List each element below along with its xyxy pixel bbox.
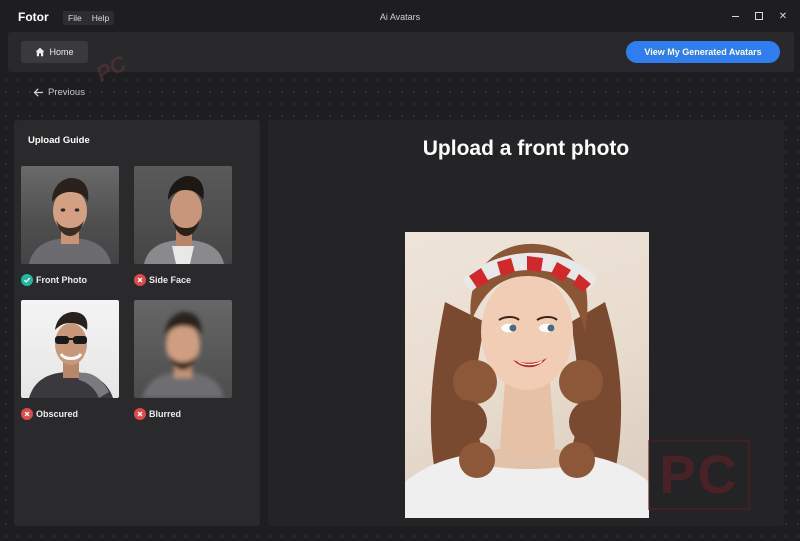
blurred-text: Blurred (149, 409, 182, 419)
window-title: Ai Avatars (379, 12, 421, 22)
uploaded-photo[interactable] (405, 232, 649, 518)
home-button[interactable]: Home (21, 41, 88, 63)
obscured-example-image (21, 300, 119, 398)
guide-label-blurred: Blurred (134, 408, 232, 420)
blurred-example-image (134, 300, 232, 398)
watermark-logo: PC (648, 440, 750, 510)
guide-label-side-face: Side Face (134, 274, 232, 286)
home-icon (36, 47, 45, 57)
front-photo-text: Front Photo (36, 275, 87, 285)
home-label: Home (49, 47, 74, 57)
guide-item-blurred: Blurred (134, 300, 232, 420)
arrow-left-icon (33, 88, 43, 97)
side-face-example-image (134, 166, 232, 264)
window-controls: ✕ (728, 9, 790, 23)
guide-item-front-photo: Front Photo (21, 166, 119, 286)
front-photo-example-image (21, 166, 119, 264)
upload-guide-title: Upload Guide (28, 135, 90, 146)
maximize-icon[interactable] (752, 9, 766, 23)
error-icon (21, 408, 33, 420)
title-bar: Fotor File Help Ai Avatars ✕ (0, 0, 800, 34)
check-icon (21, 274, 33, 286)
error-icon (134, 274, 146, 286)
guide-label-obscured: Obscured (21, 408, 119, 420)
view-generated-avatars-button[interactable]: View My Generated Avatars (626, 41, 780, 63)
upload-guide-panel: Upload Guide Front Photo Side Face Obscu… (14, 120, 260, 526)
minimize-icon[interactable] (728, 9, 742, 23)
guide-item-obscured: Obscured (21, 300, 119, 420)
guide-label-front-photo: Front Photo (21, 274, 119, 286)
side-face-text: Side Face (149, 275, 192, 285)
error-icon (134, 408, 146, 420)
obscured-text: Obscured (36, 409, 79, 419)
upload-title: Upload a front photo (422, 137, 630, 160)
close-icon[interactable]: ✕ (776, 9, 790, 23)
guide-item-side-face: Side Face (134, 166, 232, 286)
previous-label: Previous (48, 87, 85, 98)
previous-link[interactable]: Previous (33, 87, 85, 98)
